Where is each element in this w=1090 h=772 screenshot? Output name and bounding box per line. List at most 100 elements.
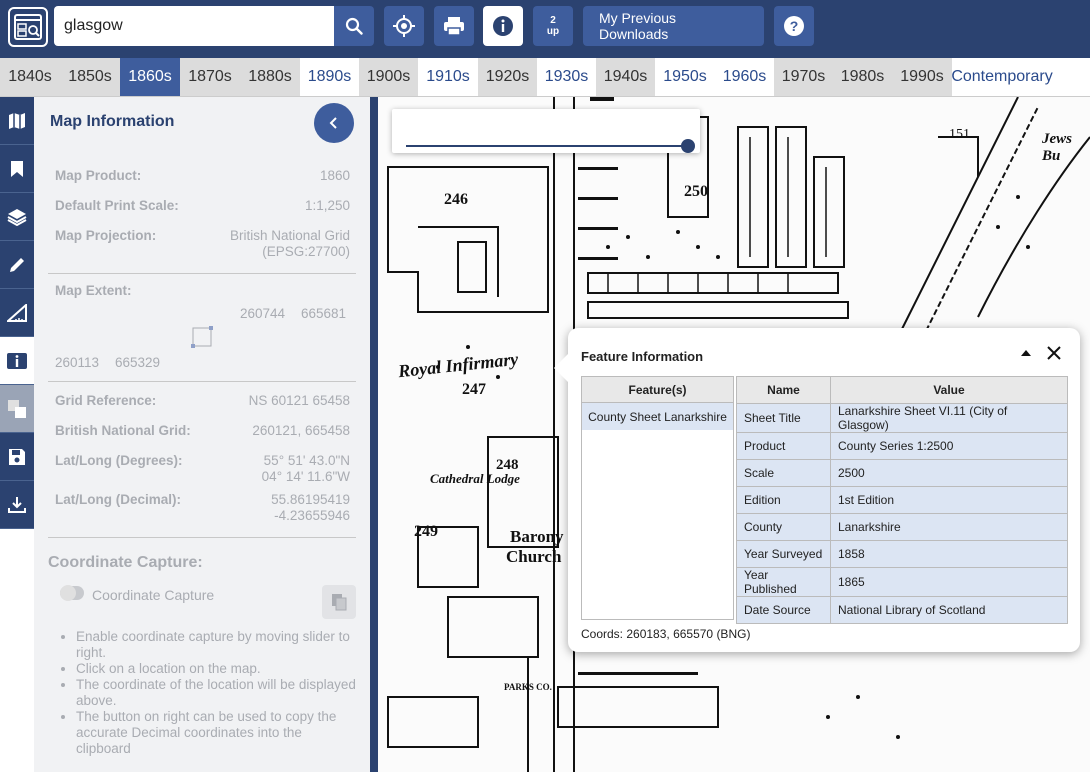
rail-layers-button[interactable]: [0, 193, 34, 241]
decade-tab-1910s[interactable]: 1910s: [418, 58, 478, 96]
coordinate-capture-label: Coordinate Capture: [92, 587, 215, 603]
app-logo-button[interactable]: [8, 7, 48, 47]
extent-sw-y: 665329: [115, 355, 161, 370]
table-row: County Lanarkshire: [736, 513, 1068, 541]
rail-info-button[interactable]: [0, 337, 34, 385]
opacity-slider-thumb[interactable]: [681, 139, 695, 153]
attribute-name: County: [736, 513, 831, 541]
table-row: Edition 1st Edition: [736, 486, 1068, 514]
attribute-value: Lanarkshire: [830, 513, 1068, 541]
decade-tab-contemporary[interactable]: Contemporary: [951, 58, 1053, 96]
coordinate-capture-toggle[interactable]: [60, 585, 84, 601]
divider: [48, 273, 356, 274]
collapse-panel-button[interactable]: [314, 103, 354, 143]
decade-tab-1900s[interactable]: 1900s: [359, 58, 418, 96]
map-extent-label: Map Extent:: [55, 283, 132, 298]
rail-save-button[interactable]: [0, 433, 34, 481]
feature-attributes-table: Name Value Sheet Title Lanarkshire Sheet …: [736, 376, 1068, 624]
opacity-slider-track[interactable]: [406, 145, 688, 147]
table-row: Scale 2500: [736, 459, 1068, 487]
map-information-panel: Map Information Map Product: 1860 Defaul…: [34, 97, 370, 772]
search-input[interactable]: [54, 6, 334, 46]
attribute-name: Product: [736, 432, 831, 460]
decade-tab-1850s[interactable]: 1850s: [60, 58, 120, 96]
left-icon-rail: [0, 97, 34, 772]
rail-download-button[interactable]: [0, 481, 34, 529]
grid-reference-value: NS 60121 65458: [248, 393, 350, 408]
rail-compare-button[interactable]: [0, 385, 34, 433]
overlap-squares-icon: [8, 399, 26, 418]
instruction-item: The coordinate of the location will be d…: [76, 677, 356, 709]
save-icon: [9, 448, 25, 465]
divider: [48, 537, 356, 538]
map-label-jews-burial: Jews Bu: [1042, 131, 1072, 164]
decade-tab-1890s[interactable]: 1890s: [300, 58, 359, 96]
attribute-value: County Series 1:2500: [830, 432, 1068, 460]
crosshair-icon: [393, 15, 415, 37]
decade-tab-1920s[interactable]: 1920s: [478, 58, 537, 96]
decade-tab-1840s[interactable]: 1840s: [0, 58, 60, 96]
caret-up-icon: [1021, 350, 1031, 356]
popup-close-button[interactable]: [1044, 342, 1064, 364]
feature-information-popup: Feature Information Feature(s) County Sh…: [554, 328, 1080, 652]
map-icon: [9, 112, 25, 129]
map-window-icon: [14, 14, 42, 40]
decade-tab-1970s[interactable]: 1970s: [774, 58, 833, 96]
print-button[interactable]: [434, 6, 474, 46]
latlong-degrees-label: Lat/Long (Degrees):: [55, 453, 183, 468]
copy-coordinates-button[interactable]: [322, 585, 356, 619]
popup-collapse-button[interactable]: [1018, 342, 1034, 364]
divider: [48, 381, 356, 382]
map-label-cathedral-lodge: Cathedral Lodge: [430, 471, 520, 486]
printer-icon: [444, 17, 464, 36]
rail-bookmark-button[interactable]: [0, 145, 34, 193]
svg-text:?: ?: [790, 18, 799, 34]
layers-icon: [7, 208, 27, 226]
latlong-degrees-value: 55° 51' 43.0"N 04° 14' 11.6"W: [262, 453, 350, 485]
previous-downloads-button[interactable]: My Previous Downloads: [583, 6, 764, 46]
attribute-name: Sheet Title: [736, 403, 831, 433]
decade-tab-1860s[interactable]: 1860s: [120, 58, 180, 96]
help-button[interactable]: ?: [774, 6, 814, 46]
two-up-button[interactable]: 2 up: [533, 6, 573, 46]
map-label-barony: Barony: [510, 527, 564, 546]
ruler-icon: [7, 303, 27, 322]
projection-name: British National Grid: [229, 228, 350, 243]
decade-tab-1930s[interactable]: 1930s: [537, 58, 596, 96]
decade-tab-1980s[interactable]: 1980s: [833, 58, 892, 96]
decade-tab-1950s[interactable]: 1950s: [655, 58, 715, 96]
attribute-name: Edition: [736, 486, 831, 514]
panel-splitter[interactable]: [370, 97, 378, 772]
value-column-header: Value: [830, 376, 1068, 404]
extent-ne-x: 260744: [240, 306, 286, 321]
table-row: Product County Series 1:2500: [736, 432, 1068, 460]
feature-coordinates: Coords: 260183, 665570 (BNG): [581, 627, 751, 641]
info-icon: [493, 16, 513, 36]
locate-button[interactable]: [384, 6, 424, 46]
rail-map-button[interactable]: [0, 97, 34, 145]
attribute-value: 1858: [830, 540, 1068, 568]
latlong-decimal-value: 55.86195419 -4.23655946: [271, 492, 350, 524]
feature-list-item[interactable]: County Sheet Lanarkshire: [582, 403, 733, 430]
decade-tab-1990s[interactable]: 1990s: [892, 58, 952, 96]
attribute-name: Date Source: [736, 596, 831, 624]
map-label-249: 249: [414, 523, 438, 540]
rail-measure-button[interactable]: [0, 289, 34, 337]
extent-sw-x: 260113: [55, 355, 100, 370]
table-row: Sheet Title Lanarkshire Sheet VI.11 (City…: [736, 403, 1068, 433]
rail-draw-button[interactable]: [0, 241, 34, 289]
coordinate-capture-instructions: Enable coordinate capture by moving slid…: [76, 629, 356, 757]
info-button[interactable]: [483, 6, 523, 46]
decade-tab-1870s[interactable]: 1870s: [180, 58, 240, 96]
table-row: Year Surveyed 1858: [736, 540, 1068, 568]
pencil-icon: [10, 257, 24, 272]
decade-tab-1880s[interactable]: 1880s: [240, 58, 300, 96]
instruction-item: The button on right can be used to copy …: [76, 709, 356, 757]
decade-tab-1940s[interactable]: 1940s: [596, 58, 655, 96]
attribute-value: 2500: [830, 459, 1068, 487]
map-product-label: Map Product:: [55, 168, 142, 183]
map-label-246: 246: [444, 191, 468, 208]
top-toolbar: 2 up My Previous Downloads ?: [0, 0, 1090, 58]
search-button[interactable]: [334, 6, 374, 46]
decade-tab-1960s[interactable]: 1960s: [715, 58, 774, 96]
